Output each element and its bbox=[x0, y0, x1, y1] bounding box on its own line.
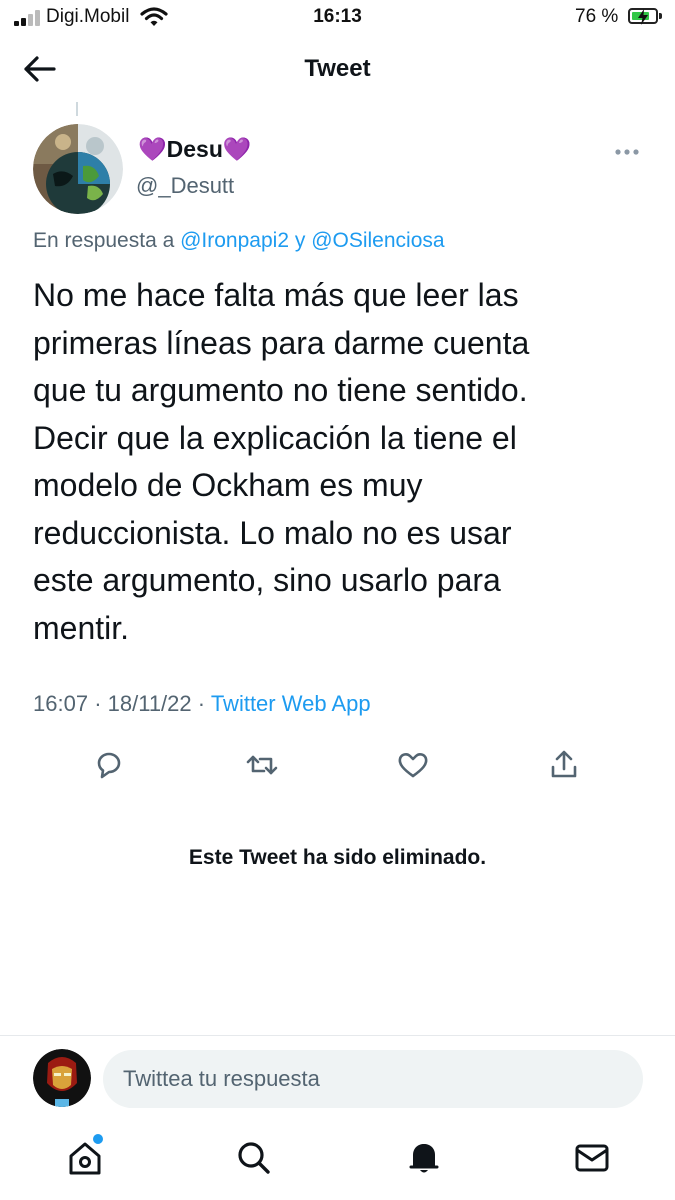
battery-percent: 76 % bbox=[575, 6, 619, 27]
reply-composer-input[interactable]: Twittea tu respuesta bbox=[103, 1050, 643, 1108]
reply-mention-1[interactable]: @Ironpapi2 bbox=[180, 229, 289, 252]
home-notification-dot bbox=[93, 1134, 103, 1144]
tweet-text: No me hace falta más que leer las primer… bbox=[33, 277, 530, 646]
author-avatar[interactable] bbox=[33, 124, 123, 214]
share-icon[interactable] bbox=[546, 747, 582, 783]
reply-connector: y bbox=[294, 229, 306, 252]
home-icon[interactable] bbox=[65, 1138, 105, 1178]
tweet-date: 18/11/22 bbox=[107, 691, 192, 716]
author-handle[interactable]: @_Desutt bbox=[136, 173, 234, 199]
notifications-icon[interactable] bbox=[404, 1138, 444, 1178]
like-icon[interactable] bbox=[395, 747, 431, 783]
deleted-tweet-notice: Este Tweet ha sido eliminado. bbox=[188, 846, 487, 869]
more-horizontal-icon[interactable] bbox=[612, 140, 642, 164]
composer-divider bbox=[0, 1035, 675, 1036]
thread-connector-line bbox=[76, 102, 78, 116]
user-avatar[interactable] bbox=[33, 1049, 91, 1107]
tweet-time: 16:07 bbox=[33, 691, 89, 716]
messages-icon[interactable] bbox=[572, 1138, 612, 1178]
search-icon[interactable] bbox=[234, 1138, 274, 1178]
page-title: Tweet bbox=[304, 55, 371, 82]
reply-prefix: En respuesta a bbox=[33, 229, 175, 252]
status-bar: Digi.Mobil 16:13 76 % bbox=[0, 0, 675, 36]
status-time: 16:13 bbox=[313, 6, 362, 27]
reply-context: En respuesta a @Ironpapi2 y @OSilenciosa bbox=[33, 229, 445, 253]
reply-icon[interactable] bbox=[91, 747, 127, 783]
reply-mention-2[interactable]: @OSilenciosa bbox=[311, 229, 444, 252]
tweet-source[interactable]: Twitter Web App bbox=[211, 691, 371, 716]
top-bar: Tweet bbox=[0, 40, 675, 98]
meta-separator-1: · bbox=[94, 691, 102, 716]
tweet-metadata: 16:07 · 18/11/22 · Twitter Web App bbox=[33, 691, 371, 717]
author-name[interactable]: 💜Desu💜 bbox=[138, 136, 252, 163]
meta-separator-2: · bbox=[197, 691, 206, 716]
retweet-icon[interactable] bbox=[244, 747, 280, 783]
battery-tip bbox=[659, 13, 662, 19]
battery-charging-icon bbox=[628, 8, 658, 25]
